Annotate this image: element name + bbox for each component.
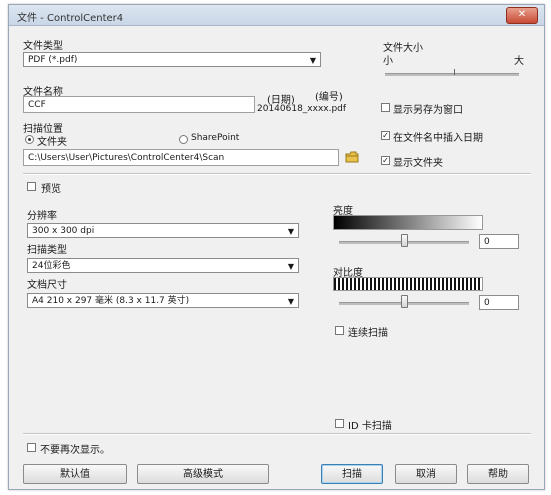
preview-label: 预览 <box>41 184 61 195</box>
chevron-down-icon: ▼ <box>287 227 294 236</box>
contrast-value: 0 <box>484 298 490 308</box>
folder-radio-label: 文件夹 <box>37 137 67 148</box>
number-label: (编号) <box>315 92 343 103</box>
resolution-select[interactable]: 300 x 300 dpi ▼ <box>27 223 299 238</box>
sharepoint-radio-label: SharePoint <box>191 133 240 143</box>
dont-show-again-label: 不要再次显示。 <box>40 445 110 456</box>
document-size-label: 文档尺寸 <box>27 280 67 291</box>
resolution-value: 300 x 300 dpi <box>32 226 95 236</box>
continuous-scan-checkbox[interactable] <box>335 326 344 335</box>
brightness-slider-thumb[interactable] <box>401 234 408 247</box>
divider <box>23 173 531 175</box>
file-type-label: 文件类型 <box>23 41 63 52</box>
scan-type-value: 24位彩色 <box>32 261 71 271</box>
file-size-small-label: 小 <box>383 56 393 67</box>
file-name-input[interactable]: CCF <box>23 96 255 113</box>
advanced-mode-button[interactable]: 高级模式 <box>137 464 269 484</box>
id-card-scan-label: ID 卡扫描 <box>348 421 392 432</box>
insert-date-checkbox[interactable]: ✓ <box>381 131 390 140</box>
help-button[interactable]: 帮助 <box>467 464 529 484</box>
id-card-scan-checkbox[interactable] <box>335 419 344 428</box>
file-type-select[interactable]: PDF (*.pdf) ▼ <box>23 52 321 67</box>
folder-radio[interactable] <box>25 135 34 144</box>
file-type-value: PDF (*.pdf) <box>28 55 78 65</box>
dont-show-again-checkbox[interactable] <box>27 443 36 452</box>
document-size-value: A4 210 x 297 毫米 (8.3 x 11.7 英寸) <box>32 296 190 306</box>
window-title: 文件 - ControlCenter4 <box>17 13 124 24</box>
file-size-slider-track[interactable] <box>385 73 519 76</box>
file-name-value: CCF <box>28 100 46 110</box>
sharepoint-radio[interactable] <box>179 135 188 144</box>
close-button[interactable]: ✕ <box>506 7 538 24</box>
cancel-button[interactable]: 取消 <box>395 464 457 484</box>
default-button[interactable]: 默认值 <box>23 464 127 484</box>
show-folder-checkbox[interactable]: ✓ <box>381 156 390 165</box>
contrast-slider-thumb[interactable] <box>401 295 408 308</box>
show-save-as-checkbox[interactable] <box>381 103 390 112</box>
scan-type-label: 扫描类型 <box>27 245 67 256</box>
brightness-value: 0 <box>484 237 490 247</box>
resolution-label: 分辨率 <box>27 211 57 222</box>
chevron-down-icon: ▼ <box>309 56 316 65</box>
show-folder-label: 显示文件夹 <box>393 158 443 169</box>
file-dialog-window: 文件 - ControlCenter4 ✕ 文件类型 PDF (*.pdf) ▼… <box>8 4 545 490</box>
divider <box>23 433 531 435</box>
contrast-pattern <box>333 277 483 291</box>
file-name-example: 20140618_xxxx.pdf <box>257 104 347 114</box>
chevron-down-icon: ▼ <box>287 297 294 306</box>
document-size-select[interactable]: A4 210 x 297 毫米 (8.3 x 11.7 英寸) ▼ <box>27 293 299 308</box>
scan-path-value: C:\Users\User\Pictures\ControlCenter4\Sc… <box>28 153 225 163</box>
insert-date-label: 在文件名中插入日期 <box>393 133 483 144</box>
file-size-large-label: 大 <box>514 56 524 67</box>
brightness-gradient <box>333 215 483 230</box>
brightness-value-input[interactable]: 0 <box>479 234 519 249</box>
file-size-slider-thumb[interactable] <box>454 69 455 75</box>
show-save-as-label: 显示另存为窗口 <box>393 105 463 116</box>
folder-icon[interactable] <box>345 151 359 163</box>
scan-button[interactable]: 扫描 <box>321 464 383 484</box>
title-bar: 文件 - ControlCenter4 ✕ <box>9 5 544 26</box>
preview-checkbox[interactable] <box>27 182 36 191</box>
scan-path-input[interactable]: C:\Users\User\Pictures\ControlCenter4\Sc… <box>23 149 339 166</box>
chevron-down-icon: ▼ <box>287 262 294 271</box>
contrast-value-input[interactable]: 0 <box>479 295 519 310</box>
close-icon: ✕ <box>517 9 527 20</box>
scan-type-select[interactable]: 24位彩色 ▼ <box>27 258 299 273</box>
continuous-scan-label: 连续扫描 <box>348 328 388 339</box>
